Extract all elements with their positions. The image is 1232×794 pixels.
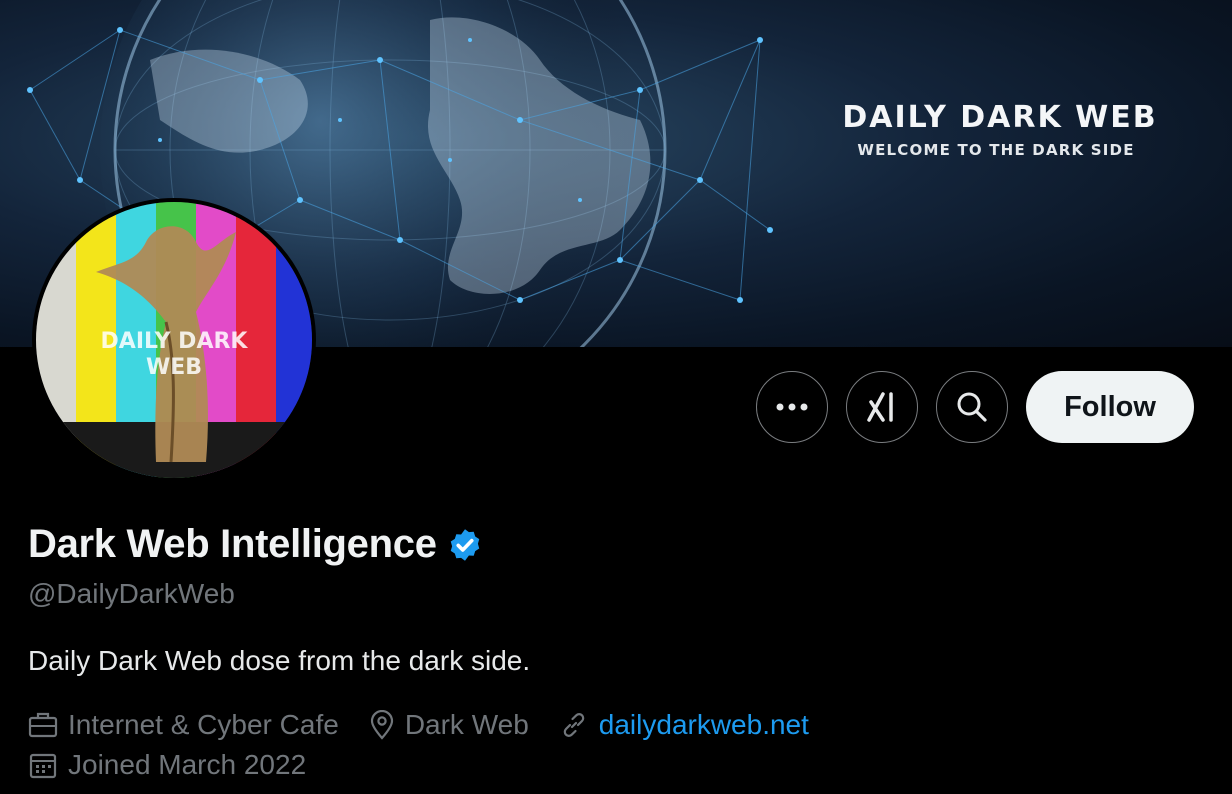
banner-subtitle: WELCOME TO THE DARK SIDE [857,141,1135,159]
avatar-text-line2: WEB [146,355,202,380]
more-button[interactable] [756,371,828,443]
location-pin-icon [370,710,393,740]
profile-actions: Follow [756,371,1194,443]
grok-icon [867,392,893,422]
avatar-image: DAILY DARK WEB [36,202,312,478]
verified-badge-icon[interactable] [447,527,483,563]
location-item: Dark Web [369,709,529,741]
joined-item: Joined March 2022 [28,749,306,781]
profile-bio: Daily Dark Web dose from the dark side. [28,645,531,676]
joined-row: Joined March 2022 [28,749,336,781]
display-name: Dark Web Intelligence [28,522,437,566]
more-horizontal-icon [776,403,808,411]
link-icon [563,713,585,737]
briefcase-icon [28,712,58,738]
profile-meta: Internet & Cyber Cafe Dark Web dailydark… [28,709,839,741]
profile-handle: @DailyDarkWeb [28,578,235,609]
website-item[interactable]: dailydarkweb.net [559,709,809,741]
grok-button[interactable] [846,371,918,443]
profile-avatar[interactable]: DAILY DARK WEB [32,198,316,482]
search-icon [957,392,987,422]
avatar-text-line1: DAILY DARK [101,329,249,354]
website-link[interactable]: dailydarkweb.net [599,709,809,741]
category-label: Internet & Cyber Cafe [68,709,339,740]
name-row: Dark Web Intelligence [28,522,483,567]
search-button[interactable] [936,371,1008,443]
banner-title: DAILY DARK WEB [842,100,1158,135]
location-label: Dark Web [404,709,529,740]
calendar-icon [29,753,57,779]
follow-button[interactable]: Follow [1026,371,1194,443]
category-item: Internet & Cyber Cafe [28,709,339,741]
joined-label: Joined March 2022 [68,749,307,780]
